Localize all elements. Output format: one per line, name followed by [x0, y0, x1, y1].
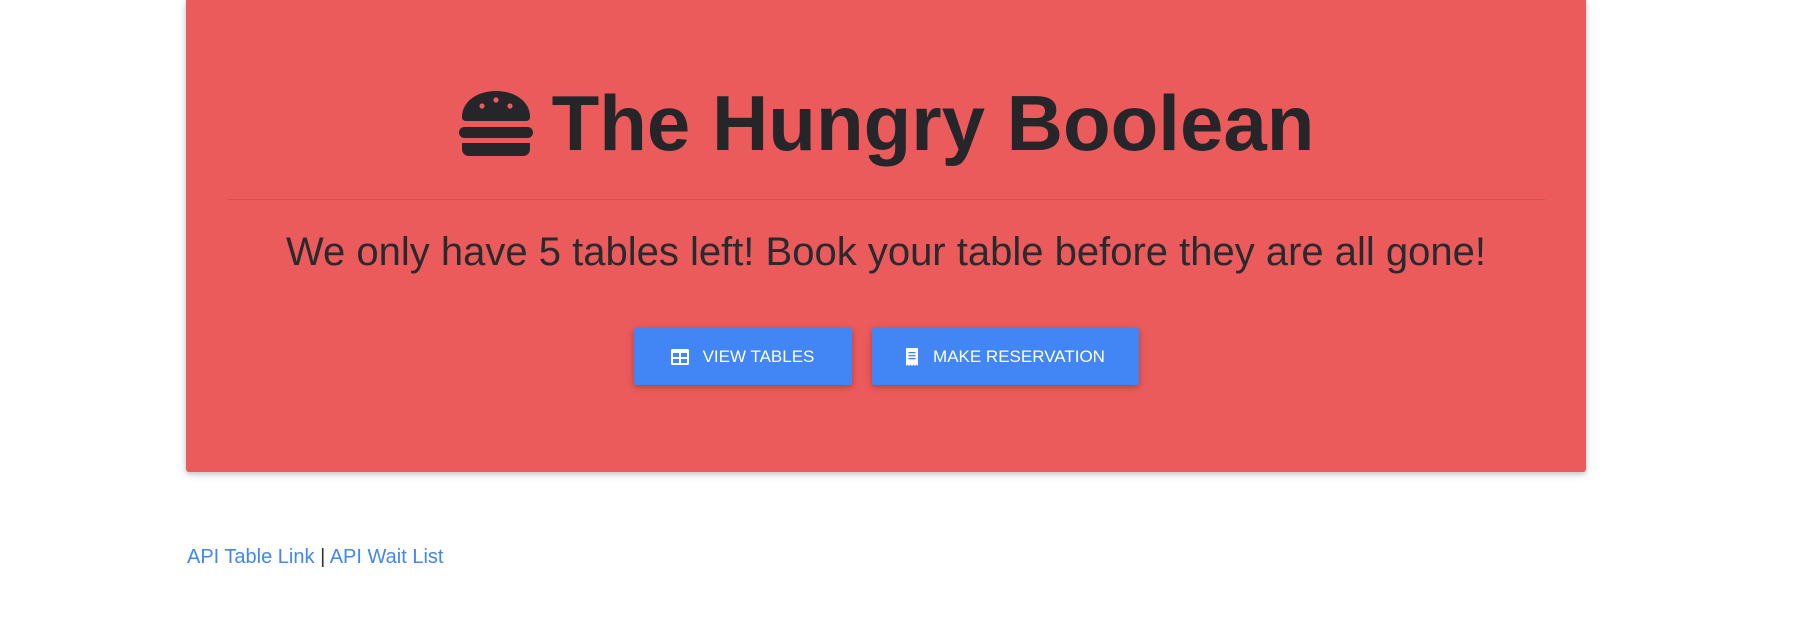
receipt-icon: [905, 347, 919, 366]
title-row: The Hungry Boolean: [186, 78, 1586, 168]
divider: [227, 199, 1545, 200]
view-tables-button[interactable]: View Tables: [633, 328, 852, 385]
make-reservation-label: Make Reservation: [933, 346, 1105, 366]
view-tables-label: View Tables: [702, 346, 815, 366]
table-icon: [670, 348, 689, 365]
link-separator: |: [320, 546, 326, 568]
api-wait-list-link[interactable]: API Wait List: [330, 546, 444, 568]
tagline: We only have 5 tables left! Book your ta…: [286, 230, 1486, 274]
jumbotron: The Hungry Boolean We only have 5 tables…: [186, 0, 1586, 472]
footer-links: API Table Link | API Wait List: [187, 546, 443, 569]
page-title: The Hungry Boolean: [551, 79, 1315, 167]
button-row: View Tables Make Reservation: [186, 328, 1586, 385]
hamburger-icon: [458, 89, 534, 157]
api-table-link[interactable]: API Table Link: [187, 546, 315, 568]
make-reservation-button[interactable]: Make Reservation: [871, 328, 1139, 385]
